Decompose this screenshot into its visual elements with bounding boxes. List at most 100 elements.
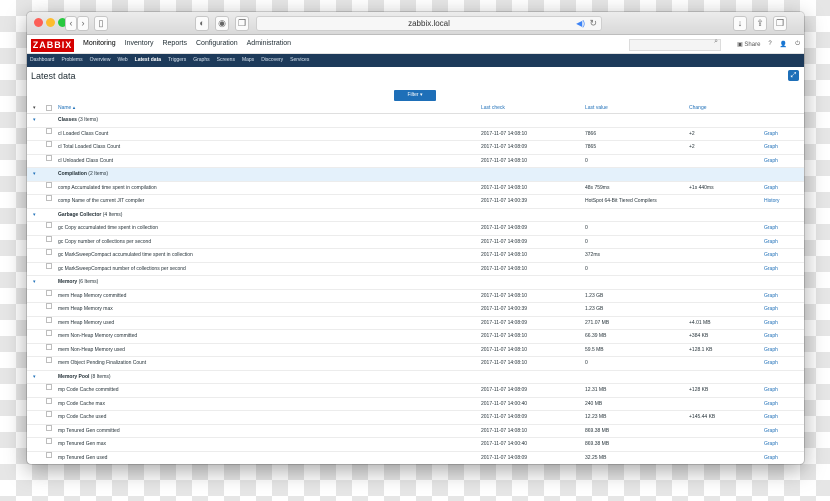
row-checkbox[interactable] (46, 262, 52, 269)
url-text: zabbix.local (408, 19, 450, 28)
item-graph-link[interactable]: Graph (764, 425, 778, 438)
item-graph-link[interactable]: Graph (764, 317, 778, 330)
sidebar-icon[interactable]: ▯ (94, 16, 108, 31)
menu-configuration[interactable]: Configuration (196, 35, 238, 53)
row-checkbox[interactable] (46, 384, 52, 390)
subnav-triggers[interactable]: Triggers (168, 54, 186, 67)
item-graph-link[interactable]: History (764, 195, 780, 208)
row-checkbox[interactable] (46, 195, 52, 201)
item-graph-link[interactable]: Graph (764, 398, 778, 411)
row-checkbox[interactable] (46, 289, 52, 296)
group-row[interactable]: ▾ Memory (6 Items) (27, 276, 804, 290)
row-checkbox[interactable] (46, 316, 52, 323)
audio-icon[interactable]: ◀) (576, 17, 585, 30)
row-checkbox[interactable] (46, 397, 52, 404)
download-icon[interactable]: ↓ (733, 16, 747, 31)
forward-icon[interactable]: › (77, 16, 89, 31)
table-row: mem Heap Memory committed 2017-11-07 14:0… (27, 289, 804, 303)
subnav-problems[interactable]: Problems (61, 54, 82, 67)
item-graph-link[interactable]: Graph (764, 263, 778, 276)
item-graph-link[interactable]: Graph (764, 452, 778, 465)
item-graph-link[interactable]: Graph (764, 357, 778, 370)
group-row[interactable]: ▾ Classes (3 Items) (27, 114, 804, 128)
tabs-icon[interactable]: ❐ (773, 16, 787, 31)
row-checkbox[interactable] (46, 424, 52, 431)
item-graph-link[interactable]: Graph (764, 344, 778, 357)
collapse-all-icon[interactable]: ▾ (33, 104, 36, 113)
row-checkbox[interactable] (46, 438, 52, 444)
tab-overview-icon[interactable]: ❐ (235, 16, 249, 31)
share-icon[interactable]: ⇪ (753, 16, 767, 31)
item-last-check: 2017-11-07 14:08:10 (481, 360, 528, 366)
row-checkbox[interactable] (46, 303, 52, 309)
collapse-group-icon[interactable]: ▾ (33, 209, 36, 222)
item-name: mem Heap Memory max (58, 306, 113, 312)
row-checkbox[interactable] (46, 235, 52, 242)
item-graph-link[interactable]: Graph (764, 155, 778, 168)
row-checkbox[interactable] (46, 357, 52, 363)
select-all-checkbox[interactable] (46, 105, 52, 111)
collapse-group-icon[interactable]: ▾ (33, 276, 36, 289)
share-link[interactable]: ▣ Share (737, 41, 760, 48)
item-graph-link[interactable]: Graph (764, 411, 778, 424)
row-checkbox[interactable] (46, 181, 52, 188)
fullscreen-icon[interactable]: ⤢ (788, 70, 799, 81)
menu-monitoring[interactable]: Monitoring (83, 35, 116, 53)
subnav-screens[interactable]: Screens (217, 54, 235, 67)
item-graph-link[interactable]: Graph (764, 330, 778, 343)
item-graph-link[interactable]: Graph (764, 141, 778, 154)
collapse-group-icon[interactable]: ▾ (33, 371, 36, 384)
menu-inventory[interactable]: Inventory (125, 35, 154, 53)
search-input[interactable]: ⌕ (629, 38, 721, 51)
subnav-dashboard[interactable]: Dashboard (30, 54, 54, 67)
minimize-window-button[interactable] (46, 18, 55, 27)
row-checkbox[interactable] (46, 330, 52, 336)
item-graph-link[interactable]: Graph (764, 236, 778, 249)
subnav-latest-data[interactable]: Latest data (135, 54, 161, 67)
item-name: comp Accumulated time spent in compilati… (58, 184, 157, 191)
menu-administration[interactable]: Administration (247, 35, 291, 53)
group-row[interactable]: ▾ Garbage Collector (4 Items) (27, 209, 804, 222)
collapse-group-icon[interactable]: ▾ (33, 168, 36, 181)
row-checkbox[interactable] (46, 141, 52, 147)
item-graph-link[interactable]: Graph (764, 384, 778, 397)
group-row[interactable]: ▾ Compilation (2 Items) (27, 168, 804, 182)
user-profile-icon[interactable]: 👤 (780, 41, 787, 48)
collapse-group-icon[interactable]: ▾ (33, 114, 36, 127)
privacy-icon[interactable]: ◐ (195, 16, 209, 31)
row-checkbox[interactable] (46, 154, 52, 161)
item-graph-link[interactable]: Graph (764, 249, 778, 262)
item-graph-link[interactable]: Graph (764, 128, 778, 141)
row-checkbox[interactable] (46, 127, 52, 134)
zabbix-logo[interactable]: ZABBIX (31, 39, 74, 52)
subnav-maps[interactable]: Maps (242, 54, 254, 67)
row-checkbox[interactable] (46, 222, 52, 228)
sign-out-icon[interactable]: ⏻ (795, 41, 800, 48)
filter-button[interactable]: Filter ▾ (394, 90, 436, 101)
item-graph-link[interactable]: Graph (764, 182, 778, 195)
row-checkbox[interactable] (46, 249, 52, 255)
menu-reports[interactable]: Reports (162, 35, 187, 53)
row-checkbox[interactable] (46, 451, 52, 458)
row-checkbox[interactable] (46, 343, 52, 350)
subnav-services[interactable]: Services (290, 54, 309, 67)
close-window-button[interactable] (34, 18, 43, 27)
address-bar[interactable]: zabbix.local ◀) ↻ (256, 16, 602, 31)
subnav-overview[interactable]: Overview (90, 54, 111, 67)
item-graph-link[interactable]: Graph (764, 438, 778, 451)
help-icon[interactable]: ? (768, 41, 771, 47)
item-graph-link[interactable]: Graph (764, 222, 778, 235)
column-name[interactable]: Name ▴ (58, 104, 75, 113)
item-last-check: 2017-11-07 14:08:10 (481, 346, 528, 353)
extension-icon[interactable]: ◉ (215, 16, 229, 31)
subnav-discovery[interactable]: Discovery (261, 54, 283, 67)
group-row[interactable]: ▾ Memory Pool (8 Items) (27, 371, 804, 384)
row-checkbox[interactable] (46, 411, 52, 417)
item-graph-link[interactable]: Graph (764, 303, 778, 316)
back-icon[interactable]: ‹ (65, 16, 77, 31)
item-graph-link[interactable]: Graph (764, 290, 778, 303)
subnav-web[interactable]: Web (117, 54, 127, 67)
search-icon[interactable]: ⌕ (714, 38, 718, 46)
reload-icon[interactable]: ↻ (589, 17, 597, 30)
subnav-graphs[interactable]: Graphs (193, 54, 209, 67)
